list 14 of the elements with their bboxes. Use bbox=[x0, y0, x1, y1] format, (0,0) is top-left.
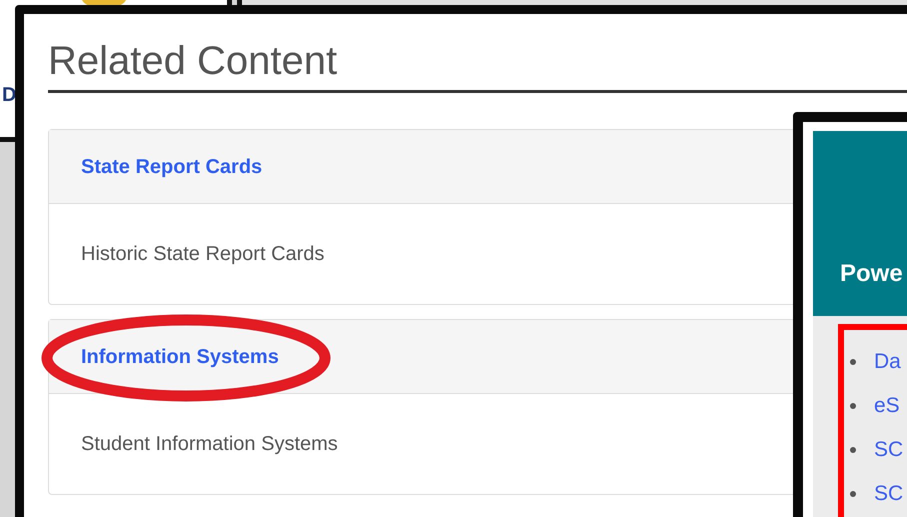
panel-title: Related Content bbox=[48, 36, 907, 93]
side-link[interactable]: SC bbox=[874, 437, 904, 463]
content-link[interactable]: Student Information Systems bbox=[81, 429, 338, 459]
bullet-icon bbox=[850, 359, 856, 365]
side-link[interactable]: eS bbox=[874, 393, 900, 419]
section-link[interactable]: State Report Cards bbox=[81, 152, 262, 182]
content-link[interactable]: Historic State Report Cards bbox=[81, 239, 324, 269]
side-link[interactable]: Da bbox=[874, 349, 901, 375]
bullet-icon bbox=[850, 403, 856, 409]
panel-heading: Powe bbox=[840, 259, 903, 289]
side-link[interactable]: SC bbox=[874, 481, 904, 507]
bullet-icon bbox=[850, 491, 856, 497]
page-text: D bbox=[2, 83, 16, 108]
bullet-icon bbox=[850, 447, 856, 453]
